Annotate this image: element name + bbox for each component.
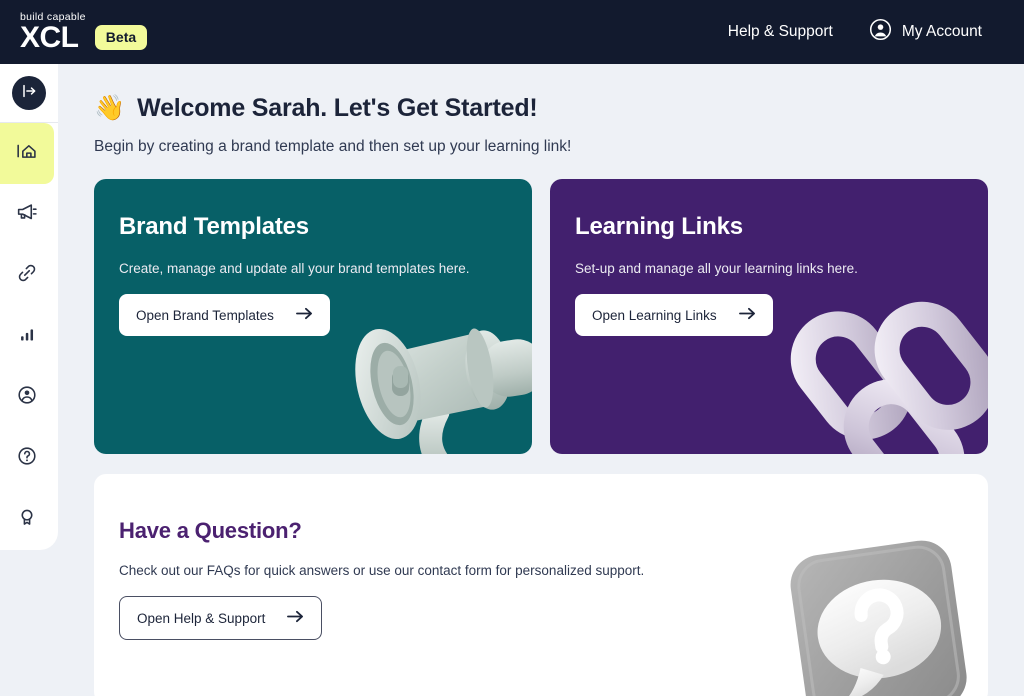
link-icon (14, 260, 40, 291)
sidebar-item-help[interactable] (0, 428, 54, 489)
card-brand-templates-description: Create, manage and update all your brand… (119, 261, 470, 276)
open-learning-links-button[interactable]: Open Learning Links (575, 294, 773, 336)
card-learning-links-description: Set-up and manage all your learning link… (575, 261, 858, 276)
card-brand-templates-title: Brand Templates (119, 213, 309, 240)
nav-help-support-label: Help & Support (727, 23, 833, 40)
sidebar-item-account[interactable] (0, 367, 54, 428)
open-brand-templates-button[interactable]: Open Brand Templates (119, 294, 330, 336)
question-mark-speech-bubble-3d-illustration (780, 529, 980, 696)
help-panel-title: Have a Question? (119, 518, 302, 543)
expand-panel-icon (19, 81, 39, 106)
card-learning-links[interactable]: Learning Links Set-up and manage all you… (550, 179, 988, 454)
sidebar-item-links[interactable] (0, 245, 54, 306)
sidebar-nav-list (0, 123, 58, 550)
megaphone-icon (14, 199, 40, 230)
top-navigation: Help & Support My Account (728, 18, 982, 46)
help-panel-description: Check out our FAQs for quick answers or … (119, 563, 645, 578)
logo-text: build capable XCL (20, 11, 86, 54)
award-ribbon-icon (14, 504, 40, 535)
feature-cards-row: Brand Templates Create, manage and updat… (94, 179, 992, 454)
account-circle-icon (869, 18, 892, 46)
chain-links-3d-illustration (788, 274, 988, 454)
open-help-support-label: Open Help & Support (137, 610, 266, 626)
card-learning-links-title: Learning Links (575, 213, 743, 240)
bar-chart-icon (14, 321, 40, 352)
account-circle-icon (14, 382, 40, 413)
top-header-bar: build capable XCL Beta Help & Support My… (0, 0, 1024, 64)
megaphone-3d-illustration (330, 284, 532, 454)
app-root: build capable XCL Beta Help & Support My… (0, 0, 1024, 696)
page-subtitle: Begin by creating a brand template and t… (94, 138, 572, 155)
welcome-heading-row: 👋 Welcome Sarah. Let's Get Started! (94, 94, 992, 123)
sidebar-expand-button[interactable] (12, 76, 46, 110)
beta-badge: Beta (94, 24, 148, 50)
sidebar-item-announcements[interactable] (0, 184, 54, 245)
open-brand-templates-label: Open Brand Templates (136, 307, 274, 323)
brand-logo[interactable]: build capable XCL Beta (20, 11, 148, 54)
arrow-right-icon (287, 609, 304, 627)
nav-my-account-label: My Account (901, 23, 982, 40)
open-help-support-button[interactable]: Open Help & Support (119, 596, 323, 640)
page-title: Welcome Sarah. Let's Get Started! (137, 94, 538, 122)
main-content: 👋 Welcome Sarah. Let's Get Started! Begi… (58, 64, 1024, 696)
arrow-right-icon (738, 306, 756, 324)
home-icon (14, 138, 40, 169)
help-panel: Have a Question? Check out our FAQs for … (94, 474, 988, 696)
nav-help-support[interactable]: Help & Support (728, 23, 833, 41)
logo-name: XCL (20, 21, 79, 54)
open-learning-links-label: Open Learning Links (592, 307, 717, 323)
nav-my-account[interactable]: My Account (869, 18, 982, 46)
arrow-right-icon (295, 306, 313, 324)
question-circle-icon (14, 443, 40, 474)
left-sidebar (0, 64, 58, 550)
waving-hand-icon: 👋 (94, 94, 126, 122)
sidebar-toggle-zone (0, 64, 58, 123)
sidebar-item-reports[interactable] (0, 306, 54, 367)
sidebar-item-certificates[interactable] (0, 489, 54, 550)
sidebar-item-home[interactable] (0, 123, 54, 184)
card-brand-templates[interactable]: Brand Templates Create, manage and updat… (94, 179, 532, 454)
